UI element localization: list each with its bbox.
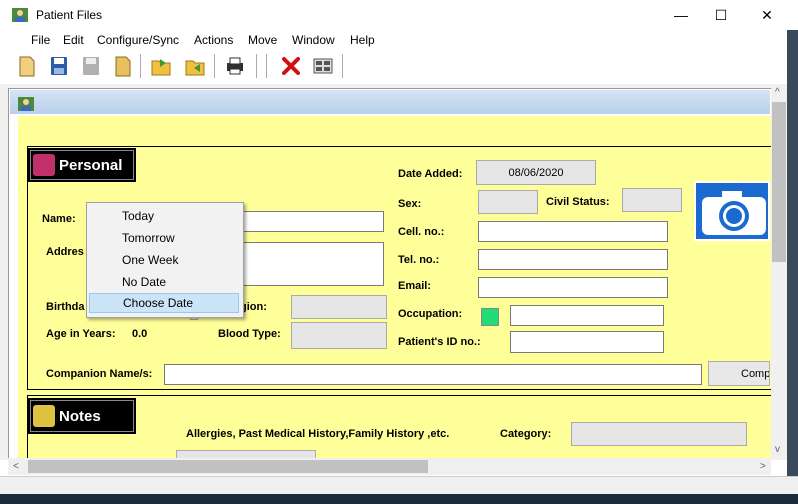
patient-id-label: Patient's ID no.: (398, 336, 481, 348)
name-label: Name: (42, 213, 76, 225)
cell-label: Cell. no.: (398, 226, 445, 238)
notes-field[interactable] (176, 450, 316, 458)
sex-field[interactable] (478, 190, 538, 214)
occupation-input[interactable] (510, 305, 664, 326)
save-disabled-icon[interactable] (80, 54, 102, 78)
background-window-strip (787, 30, 798, 476)
open-icon[interactable] (112, 54, 134, 78)
menu-configure-sync[interactable]: Configure/Sync (97, 33, 179, 47)
personal-icon (33, 154, 55, 176)
save-icon[interactable] (48, 54, 70, 78)
toolbar-separator (342, 54, 345, 78)
child-title-bar (10, 90, 770, 114)
toolbar-separator (256, 54, 259, 78)
email-input[interactable] (478, 277, 668, 298)
popup-item-today[interactable]: Today (89, 206, 239, 226)
date-added-field[interactable]: 08/06/2020 (476, 160, 596, 185)
notes-icon (33, 405, 55, 427)
blood-type-label: Blood Type: (218, 328, 281, 340)
menu-actions[interactable]: Actions (194, 33, 233, 47)
window-title: Patient Files (36, 8, 103, 22)
horizontal-scroll-thumb[interactable] (28, 460, 428, 473)
toolbar-separator (266, 54, 269, 78)
address-label: Addres (46, 246, 84, 258)
email-label: Email: (398, 280, 432, 292)
patient-id-input[interactable] (510, 331, 664, 353)
tel-input[interactable] (478, 249, 668, 270)
birthday-label: Birthda (46, 301, 85, 313)
blood-type-field[interactable] (291, 322, 387, 349)
folder-export-icon[interactable] (150, 54, 172, 78)
popup-item-one-week[interactable]: One Week (89, 250, 239, 270)
grid-icon[interactable] (312, 54, 334, 78)
menu-edit[interactable]: Edit (63, 33, 84, 47)
address-input[interactable] (236, 242, 384, 286)
age-value: 0.0 (132, 328, 148, 340)
scroll-up-arrow-icon[interactable]: ^ (775, 87, 780, 98)
occupation-picker-button[interactable] (481, 308, 499, 326)
scroll-down-arrow-icon[interactable]: v (775, 444, 780, 455)
popup-item-tomorrow[interactable]: Tomorrow (89, 228, 239, 248)
notes-header: Notes (28, 398, 136, 434)
maximize-button[interactable]: ☐ (698, 0, 744, 30)
date-added-label: Date Added: (398, 168, 463, 180)
print-icon[interactable] (224, 54, 246, 78)
personal-header: Personal (28, 148, 136, 182)
photo-button[interactable] (694, 181, 770, 241)
delete-icon[interactable] (280, 54, 302, 78)
age-label: Age in Years: (46, 328, 116, 340)
new-icon[interactable] (16, 54, 38, 78)
popup-item-choose-date[interactable]: Choose Date (89, 293, 239, 313)
notes-header-label: Notes (59, 407, 101, 425)
civil-status-label: Civil Status: (546, 196, 610, 208)
companion-input[interactable] (164, 364, 702, 385)
religion-label: gion: (240, 301, 267, 313)
patient-app-icon (12, 8, 28, 22)
menu-move[interactable]: Move (248, 33, 277, 47)
toolbar-separator (140, 54, 143, 78)
companion-button[interactable]: Compa (708, 361, 770, 386)
scroll-right-arrow-icon[interactable]: > (760, 461, 766, 472)
tel-label: Tel. no.: (398, 254, 440, 266)
toolbar-separator (214, 54, 217, 78)
menu-file[interactable]: File (31, 33, 50, 47)
status-bar (0, 476, 798, 495)
name-input[interactable] (236, 211, 384, 232)
occupation-label: Occupation: (398, 308, 463, 320)
scroll-left-arrow-icon[interactable]: < (13, 461, 19, 472)
popup-item-no-date[interactable]: No Date (89, 272, 239, 292)
folder-import-icon[interactable] (184, 54, 206, 78)
cell-input[interactable] (478, 221, 668, 242)
personal-header-label: Personal (59, 156, 123, 174)
category-label: Category: (500, 428, 552, 440)
menu-window[interactable]: Window (292, 33, 335, 47)
vertical-scroll-thumb[interactable] (772, 102, 786, 262)
date-popup-menu: Today Tomorrow One Week No Date Choose D… (86, 202, 244, 318)
companion-label: Companion Name/s: (46, 368, 153, 380)
history-label: Allergies, Past Medical History,Family H… (186, 428, 450, 440)
category-field[interactable] (571, 422, 747, 446)
religion-field[interactable] (291, 295, 387, 319)
patient-app-icon (18, 97, 34, 111)
camera-icon (702, 191, 766, 235)
taskbar (0, 494, 798, 504)
close-button[interactable]: ✕ (744, 0, 790, 30)
sex-label: Sex: (398, 198, 422, 210)
civil-status-field[interactable] (622, 188, 682, 212)
menu-help[interactable]: Help (350, 33, 375, 47)
